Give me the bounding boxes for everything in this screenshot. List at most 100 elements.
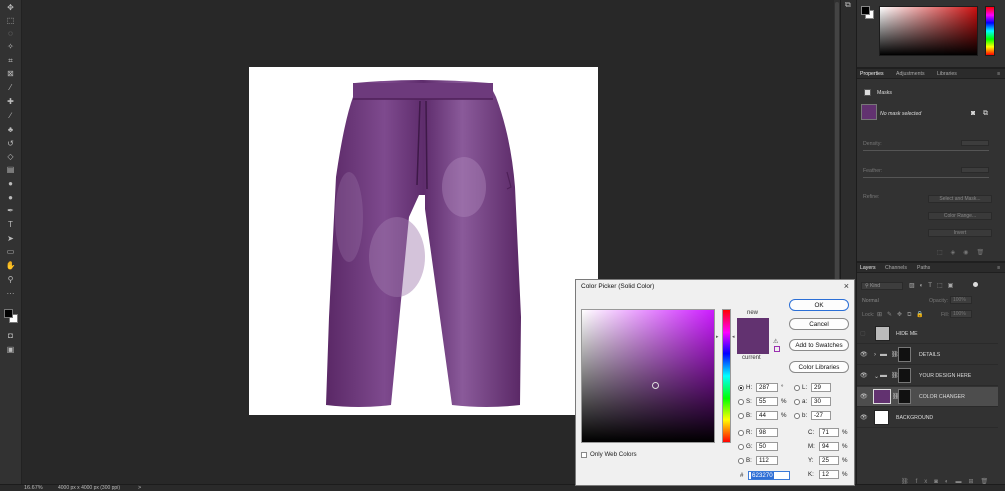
- hue-slider-right-arrow[interactable]: ◂: [732, 334, 735, 340]
- l-input[interactable]: 29: [811, 383, 831, 392]
- y-row[interactable]: Y: 25%: [808, 456, 848, 465]
- k-input[interactable]: 12: [819, 470, 839, 479]
- a-row[interactable]: a: 30: [794, 397, 831, 406]
- screen-mode-icon[interactable]: ▣: [4, 344, 17, 355]
- s-radio[interactable]: [738, 398, 744, 405]
- tab-paths[interactable]: Paths: [917, 265, 930, 271]
- g-radio[interactable]: [738, 443, 744, 450]
- m-row[interactable]: M: 94%: [808, 442, 848, 451]
- saturation-brightness-field[interactable]: [581, 309, 715, 443]
- feather-field[interactable]: [961, 167, 989, 173]
- quick-mask-icon[interactable]: ◘: [4, 330, 17, 341]
- select-and-mask-button[interactable]: Select and Mask...: [928, 195, 992, 203]
- hand-tool-icon[interactable]: ✋: [4, 260, 17, 271]
- chevron-down-icon[interactable]: ⌄: [874, 373, 879, 380]
- only-web-colors-row[interactable]: Only Web Colors: [581, 451, 637, 458]
- lab-b-input[interactable]: -27: [811, 411, 831, 420]
- h-radio[interactable]: [738, 384, 744, 391]
- invert-button[interactable]: Invert: [928, 229, 992, 237]
- layer-details[interactable]: 👁 › ▬ ⛓ DETAILS: [857, 345, 998, 365]
- y-input[interactable]: 25: [819, 456, 839, 465]
- lasso-tool-icon[interactable]: ◌: [4, 28, 17, 39]
- cancel-button[interactable]: Cancel: [789, 318, 849, 330]
- b-row[interactable]: B: 44%: [738, 411, 787, 420]
- status-arrow-button[interactable]: >: [138, 485, 141, 491]
- a-input[interactable]: 30: [811, 397, 831, 406]
- zoom-tool-icon[interactable]: ⚲: [4, 274, 17, 285]
- color-marker[interactable]: [652, 382, 659, 389]
- color-libraries-button[interactable]: Color Libraries: [789, 361, 849, 373]
- blend-mode-select[interactable]: Normal: [862, 298, 879, 304]
- hue-slider[interactable]: [722, 309, 731, 443]
- visibility-off-icon[interactable]: ▢: [860, 330, 866, 337]
- fg-bg-color-icon[interactable]: [3, 308, 19, 324]
- r-row[interactable]: R: 98: [738, 428, 778, 437]
- type-tool-icon[interactable]: T: [4, 219, 17, 230]
- brush-tool-icon[interactable]: ∕: [4, 110, 17, 121]
- marquee-tool-icon[interactable]: ⬚: [4, 15, 17, 26]
- stamp-tool-icon[interactable]: ♣: [4, 124, 17, 135]
- layer-background[interactable]: 👁 BACKGROUND: [857, 408, 998, 428]
- opacity-field[interactable]: 100%: [950, 296, 972, 304]
- chevron-right-icon[interactable]: ›: [874, 352, 876, 358]
- tab-adjustments[interactable]: Adjustments: [896, 71, 925, 77]
- color-field[interactable]: [879, 6, 978, 56]
- g-input[interactable]: 50: [756, 442, 778, 451]
- tab-layers[interactable]: Layers: [860, 265, 876, 271]
- layers-menu-icon[interactable]: ≡: [997, 265, 1000, 271]
- add-to-swatches-button[interactable]: Add to Swatches: [789, 339, 849, 351]
- color-range-button[interactable]: Color Range...: [928, 212, 992, 220]
- hex-input[interactable]: 623270: [748, 471, 790, 480]
- hue-slider[interactable]: [985, 6, 995, 56]
- filter-toggle[interactable]: [973, 282, 978, 287]
- document-canvas[interactable]: [249, 67, 598, 415]
- crop-tool-icon[interactable]: ⌗: [4, 55, 17, 66]
- l-radio[interactable]: [794, 384, 800, 391]
- l-row[interactable]: L: 29: [794, 383, 831, 392]
- layer-filter-icons[interactable]: ▨◐T⬚▣: [909, 282, 958, 289]
- panel-menu-icon[interactable]: ≡: [997, 71, 1000, 77]
- r-input[interactable]: 98: [756, 428, 778, 437]
- gradient-tool-icon[interactable]: ▤: [4, 164, 17, 175]
- blur-tool-icon[interactable]: ●: [4, 178, 17, 189]
- layer-hide-me[interactable]: ▢ HIDE ME: [857, 324, 998, 344]
- r-radio[interactable]: [738, 429, 744, 436]
- b-input[interactable]: 44: [756, 411, 778, 420]
- add-vector-mask-icon[interactable]: ⧉: [983, 110, 988, 118]
- frame-tool-icon[interactable]: ⊠: [4, 68, 17, 79]
- move-tool-icon[interactable]: ✥: [4, 2, 17, 13]
- eyedropper-tool-icon[interactable]: ⁄: [4, 82, 17, 93]
- feather-slider[interactable]: [863, 177, 989, 178]
- c-input[interactable]: 71: [819, 428, 839, 437]
- h-row[interactable]: H: 287 °: [738, 383, 783, 392]
- fill-field[interactable]: 100%: [950, 310, 972, 318]
- layer-your-design-here[interactable]: 👁 ⌄ ▬ ⛓ YOUR DESIGN HERE: [857, 366, 998, 386]
- magic-wand-tool-icon[interactable]: ✧: [4, 41, 17, 52]
- eye-icon[interactable]: 👁: [860, 372, 868, 379]
- more-tools-icon[interactable]: ···: [4, 288, 17, 299]
- lock-icons[interactable]: ⊞✎✥⧉🔒: [877, 311, 929, 319]
- history-brush-tool-icon[interactable]: ↺: [4, 138, 17, 149]
- ok-button[interactable]: OK: [789, 299, 849, 311]
- m-input[interactable]: 94: [819, 442, 839, 451]
- gamut-warning-icon[interactable]: ⚠: [773, 338, 778, 345]
- filter-kind-select[interactable]: ⚲ Kind: [861, 282, 903, 290]
- eye-icon[interactable]: 👁: [860, 414, 868, 421]
- a-radio[interactable]: [794, 398, 800, 405]
- layer-color-changer[interactable]: 👁 ⛓ COLOR CHANGER: [857, 387, 998, 407]
- s-input[interactable]: 55: [756, 397, 778, 406]
- blue-radio[interactable]: [738, 457, 744, 464]
- dodge-tool-icon[interactable]: ●: [4, 192, 17, 203]
- b-radio[interactable]: [738, 412, 744, 419]
- lab-b-radio[interactable]: [794, 412, 800, 419]
- density-field[interactable]: [961, 140, 989, 146]
- tab-properties[interactable]: Properties: [860, 71, 884, 77]
- k-row[interactable]: K: 12%: [808, 470, 848, 479]
- hue-slider-left-arrow[interactable]: ▸: [716, 334, 719, 340]
- path-selection-tool-icon[interactable]: ➤: [4, 233, 17, 244]
- healing-brush-tool-icon[interactable]: ✚: [4, 96, 17, 107]
- blue-row[interactable]: B: 112: [738, 456, 778, 465]
- c-row[interactable]: C: 71%: [808, 428, 848, 437]
- s-row[interactable]: S: 55%: [738, 397, 787, 406]
- only-web-colors-checkbox[interactable]: [581, 451, 587, 458]
